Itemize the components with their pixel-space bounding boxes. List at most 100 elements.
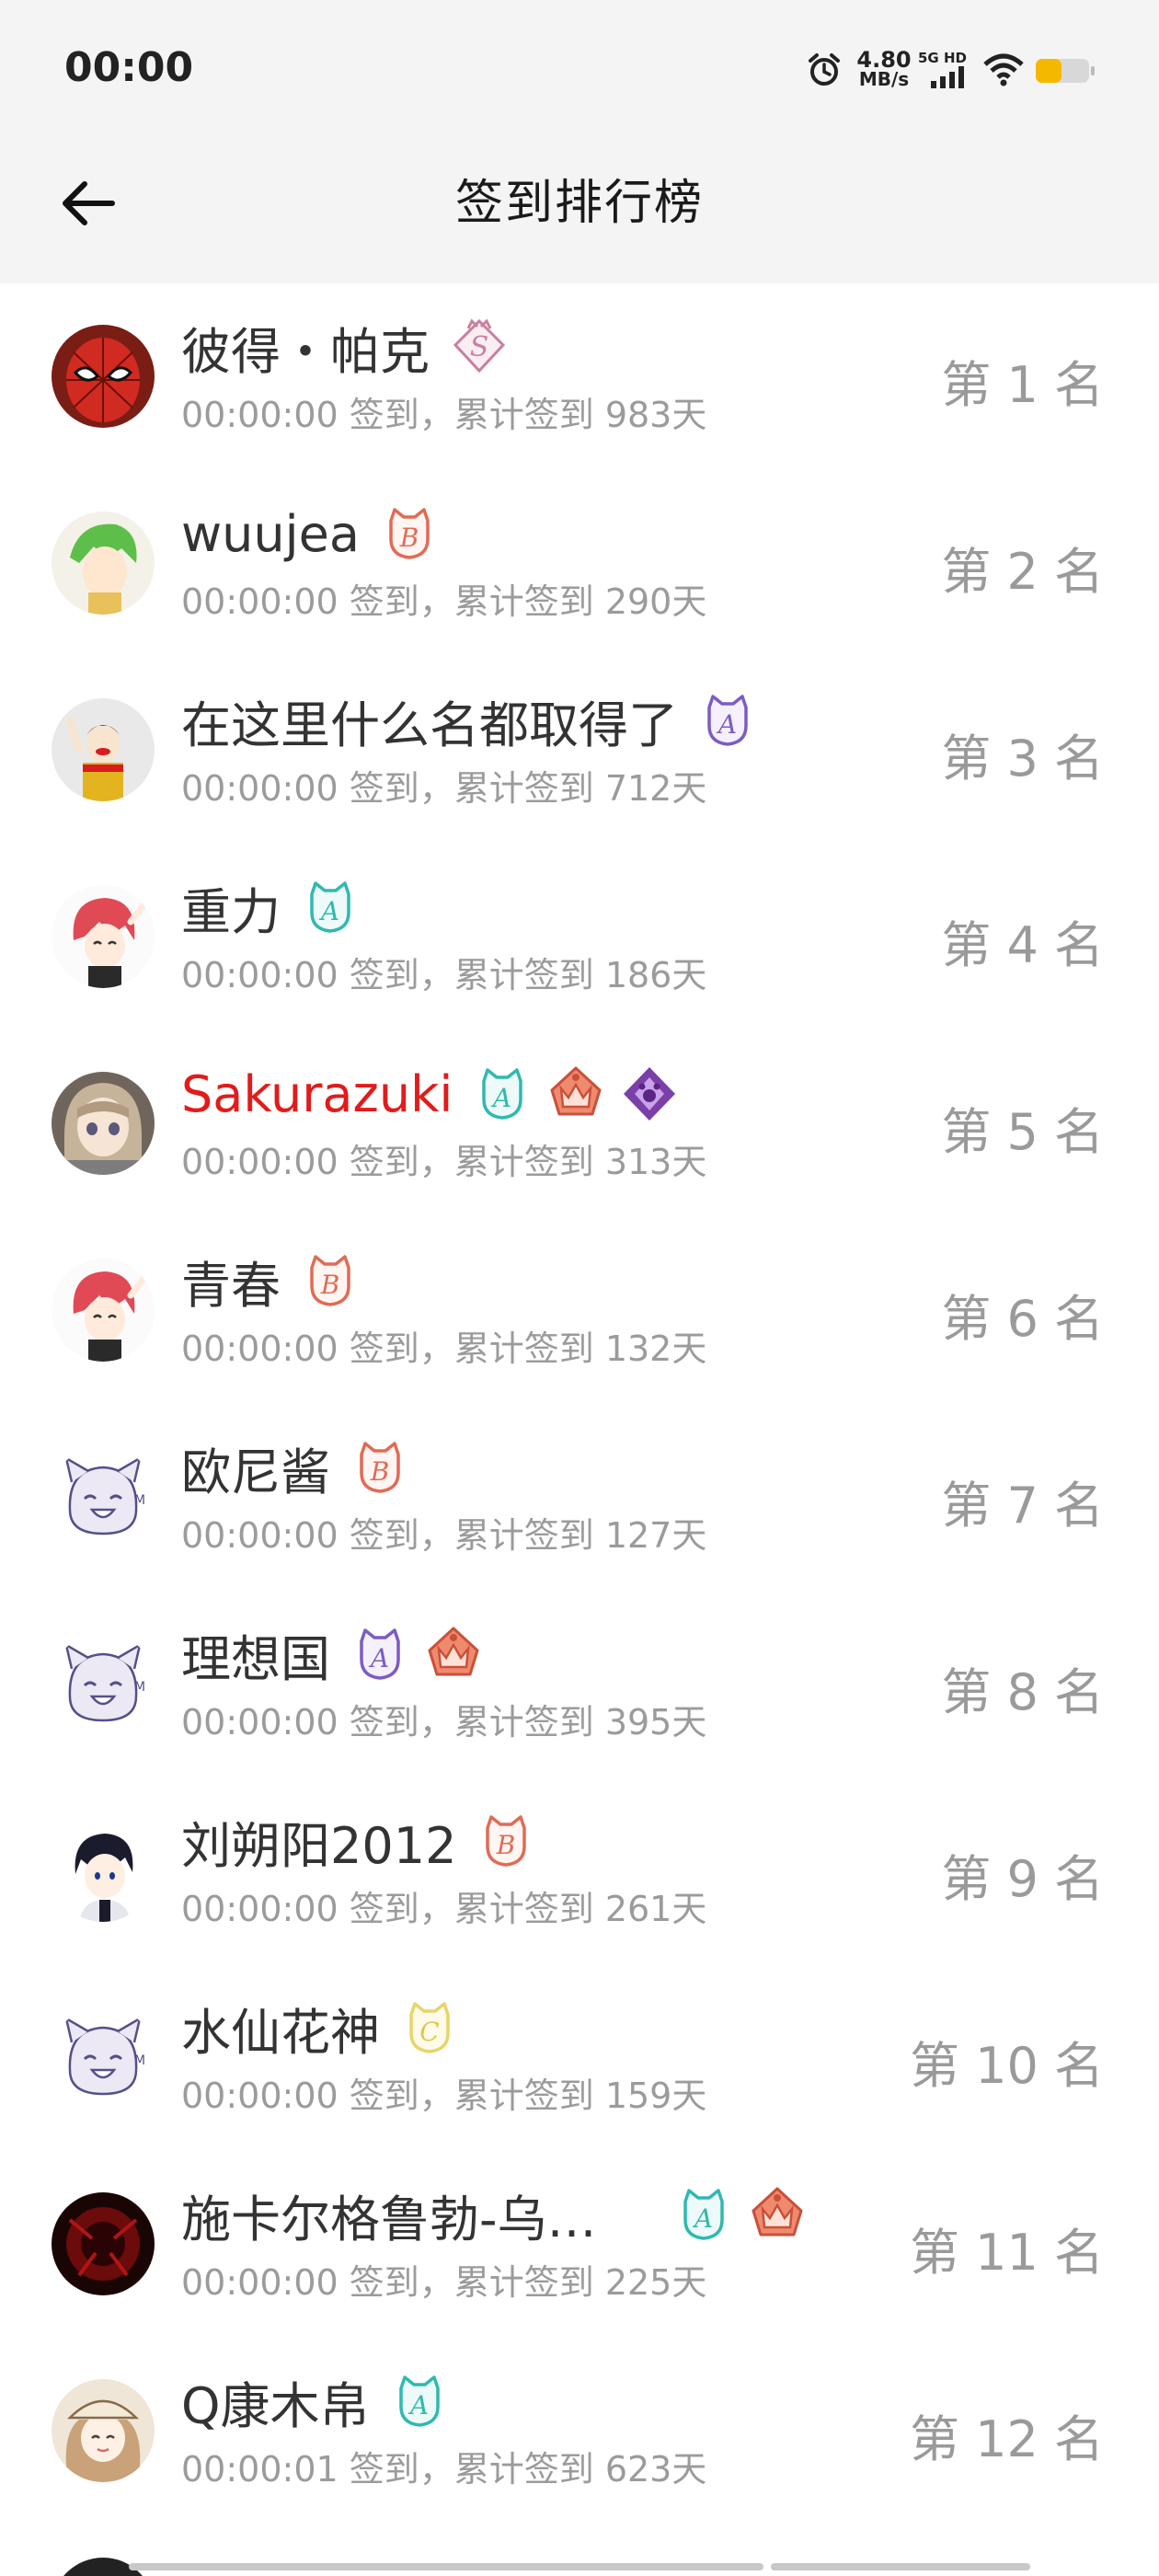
ranking-row[interactable]: M 理想国 A 00:00:00 签到，累计签到 395天 第 8 名 bbox=[0, 1591, 1159, 1777]
avatar[interactable]: M bbox=[52, 1632, 155, 1735]
user-name[interactable]: 彼得・帕克 bbox=[181, 311, 430, 384]
user-name[interactable]: 水仙花神 bbox=[181, 1992, 380, 2064]
name-line: 刘朔阳2012 B bbox=[181, 1805, 535, 1877]
ranking-row[interactable]: 青春 B 00:00:00 签到，累计签到 132天 第 6 名 bbox=[0, 1217, 1159, 1404]
avatar[interactable] bbox=[52, 2192, 155, 2295]
name-line: 欧尼酱 B bbox=[181, 1432, 409, 1503]
badge-a-purple-icon: A bbox=[360, 1628, 400, 1680]
user-name[interactable]: wuujea bbox=[181, 505, 360, 563]
alarm-icon bbox=[809, 53, 840, 86]
badge-b-icon: B bbox=[360, 1442, 400, 1493]
clown-avatar bbox=[52, 698, 155, 801]
rank-label: 第 12 名 bbox=[909, 2410, 1104, 2468]
svg-text:M: M bbox=[134, 1680, 145, 1695]
checkin-info: 00:00:00 签到，累计签到 261天 bbox=[181, 1889, 707, 1929]
rank-label: 第 7 名 bbox=[941, 1477, 1104, 1535]
ranking-row[interactable]: M 欧尼酱 B 00:00:00 签到，累计签到 127天 第 7 名 bbox=[0, 1404, 1159, 1591]
badge-c-icon: C bbox=[409, 2002, 450, 2053]
battery-icon bbox=[1036, 59, 1095, 83]
badge-b-icon: B bbox=[310, 1255, 350, 1306]
svg-text:C: C bbox=[419, 2017, 439, 2047]
anime-red-hair-avatar bbox=[52, 1259, 155, 1362]
avatar[interactable] bbox=[52, 2379, 155, 2482]
ranking-row[interactable]: wuujea B 00:00:00 签到，累计签到 290天 第 2 名 bbox=[0, 470, 1159, 657]
ranking-row[interactable]: 在这里什么名都取得了 A 00:00:00 签到，累计签到 712天 第 3 名 bbox=[0, 657, 1159, 844]
checkin-info: 00:00:00 签到，累计签到 712天 bbox=[181, 768, 707, 809]
checkin-info: 00:00:01 签到，累计签到 623天 bbox=[181, 2449, 707, 2490]
badge-a-teal-icon: A bbox=[310, 881, 350, 933]
user-name[interactable]: 在这里什么名都取得了 bbox=[181, 684, 678, 757]
name-line: 彼得・帕克 S bbox=[181, 311, 509, 383]
ranking-row[interactable]: 施卡尔格鲁勃-乌… A 00:00:00 签到，累计签到 225天 第 11 名 bbox=[0, 2151, 1159, 2338]
avatar[interactable] bbox=[52, 1819, 155, 1922]
ranking-row[interactable]: Q康木帛 A 00:00:01 签到，累计签到 623天 第 12 名 bbox=[0, 2338, 1159, 2524]
svg-text:A: A bbox=[716, 709, 737, 740]
default-cat-avatar: M bbox=[52, 1632, 155, 1735]
anime-girl-avatar bbox=[52, 1072, 155, 1175]
checkin-info: 00:00:00 签到，累计签到 395天 bbox=[181, 1702, 707, 1742]
checkin-info: 00:00:00 签到，累计签到 290天 bbox=[181, 581, 707, 622]
ranking-row[interactable]: 彼得・帕克 S 00:00:00 签到，累计签到 983天 第 1 名 bbox=[0, 283, 1159, 470]
rank-label: 第 6 名 bbox=[941, 1290, 1104, 1348]
user-name[interactable]: Q康木帛 bbox=[181, 2365, 370, 2438]
name-line: 重力 A bbox=[181, 871, 360, 943]
checkin-info: 00:00:00 签到，累计签到 159天 bbox=[181, 2076, 707, 2116]
name-line: 水仙花神 C bbox=[181, 1992, 459, 2064]
net-speed-value: 4.80 bbox=[856, 47, 912, 73]
avatar[interactable] bbox=[52, 325, 155, 428]
anime-hat-girl-avatar bbox=[52, 2379, 155, 2482]
name-line: 青春 B bbox=[181, 1245, 360, 1317]
avatar[interactable] bbox=[52, 885, 155, 988]
default-cat-avatar: M bbox=[52, 1445, 155, 1548]
ranking-row[interactable]: 重力 A 00:00:00 签到，累计签到 186天 第 4 名 bbox=[0, 844, 1159, 1030]
user-name[interactable]: 刘朔阳2012 bbox=[181, 1805, 456, 1878]
svg-text:M: M bbox=[134, 1493, 145, 1508]
user-name[interactable]: 重力 bbox=[181, 871, 281, 944]
avatar[interactable]: M bbox=[52, 1445, 155, 1548]
name-line: 理想国 A bbox=[181, 1618, 483, 1690]
rank-label: 第 1 名 bbox=[941, 356, 1104, 414]
ranking-row[interactable]: 刘朔阳2012 B 00:00:00 签到，累计签到 261天 第 9 名 bbox=[0, 1777, 1159, 1964]
badge-crown-icon bbox=[752, 2187, 802, 2237]
svg-text:B: B bbox=[320, 1270, 340, 1300]
rank-label: 第 9 名 bbox=[941, 1850, 1104, 1908]
status-time: 00:00 bbox=[64, 44, 194, 91]
checkin-info: 00:00:00 签到，累计签到 132天 bbox=[181, 1328, 707, 1369]
name-line: wuujea B bbox=[181, 498, 439, 569]
user-name[interactable]: Sakurazuki bbox=[181, 1065, 453, 1123]
name-line: 在这里什么名都取得了 A bbox=[181, 684, 757, 756]
user-name[interactable]: 理想国 bbox=[181, 1618, 330, 1691]
rank-label: 第 8 名 bbox=[941, 1663, 1104, 1721]
avatar[interactable] bbox=[52, 512, 155, 615]
user-name[interactable]: 施卡尔格鲁勃-乌… bbox=[181, 2179, 597, 2251]
checkin-info: 00:00:00 签到，累计签到 186天 bbox=[181, 955, 707, 995]
anime-boy-avatar bbox=[52, 1819, 155, 1922]
avatar[interactable] bbox=[52, 1259, 155, 1362]
avatar[interactable] bbox=[52, 1072, 155, 1175]
checkin-info: 00:00:00 签到，累计签到 127天 bbox=[181, 1515, 707, 1556]
spiderman-avatar bbox=[52, 325, 155, 428]
user-name[interactable]: 欧尼酱 bbox=[181, 1432, 330, 1504]
ranking-row[interactable]: Sakurazuki A 00:00:00 签到，累计签到 313天 第 5 名 bbox=[0, 1030, 1159, 1217]
svg-text:A: A bbox=[407, 2390, 428, 2421]
user-name[interactable]: 青春 bbox=[181, 1245, 281, 1317]
badge-a-teal-icon: A bbox=[398, 2375, 440, 2427]
ranking-row[interactable]: M 水仙花神 C 00:00:00 签到，累计签到 159天 第 10 名 bbox=[0, 1964, 1159, 2151]
rank-label: 第 2 名 bbox=[941, 543, 1104, 601]
badge-crown-icon bbox=[428, 1627, 479, 1676]
ranking-list: 彼得・帕克 S 00:00:00 签到，累计签到 983天 第 1 名 wuujea… bbox=[0, 283, 1159, 2524]
svg-text:A: A bbox=[318, 896, 339, 926]
avatar[interactable] bbox=[52, 698, 155, 801]
default-cat-avatar: M bbox=[52, 2006, 155, 2109]
signal-icon bbox=[931, 66, 964, 88]
badge-a-teal-icon: A bbox=[482, 1068, 523, 1120]
rank-label: 第 10 名 bbox=[909, 2037, 1104, 2095]
badge-a-teal-icon: A bbox=[683, 2189, 724, 2240]
avatar[interactable]: M bbox=[52, 2006, 155, 2109]
anime-red-hair-avatar bbox=[52, 885, 155, 988]
checkin-info: 00:00:00 签到，累计签到 983天 bbox=[181, 395, 707, 435]
scroll-indicator bbox=[129, 2563, 763, 2570]
rank-label: 第 4 名 bbox=[941, 916, 1104, 974]
badge-s-icon: S bbox=[453, 318, 506, 374]
status-bar: 00:00 4.80 MB/s 5G HD bbox=[0, 0, 1159, 138]
